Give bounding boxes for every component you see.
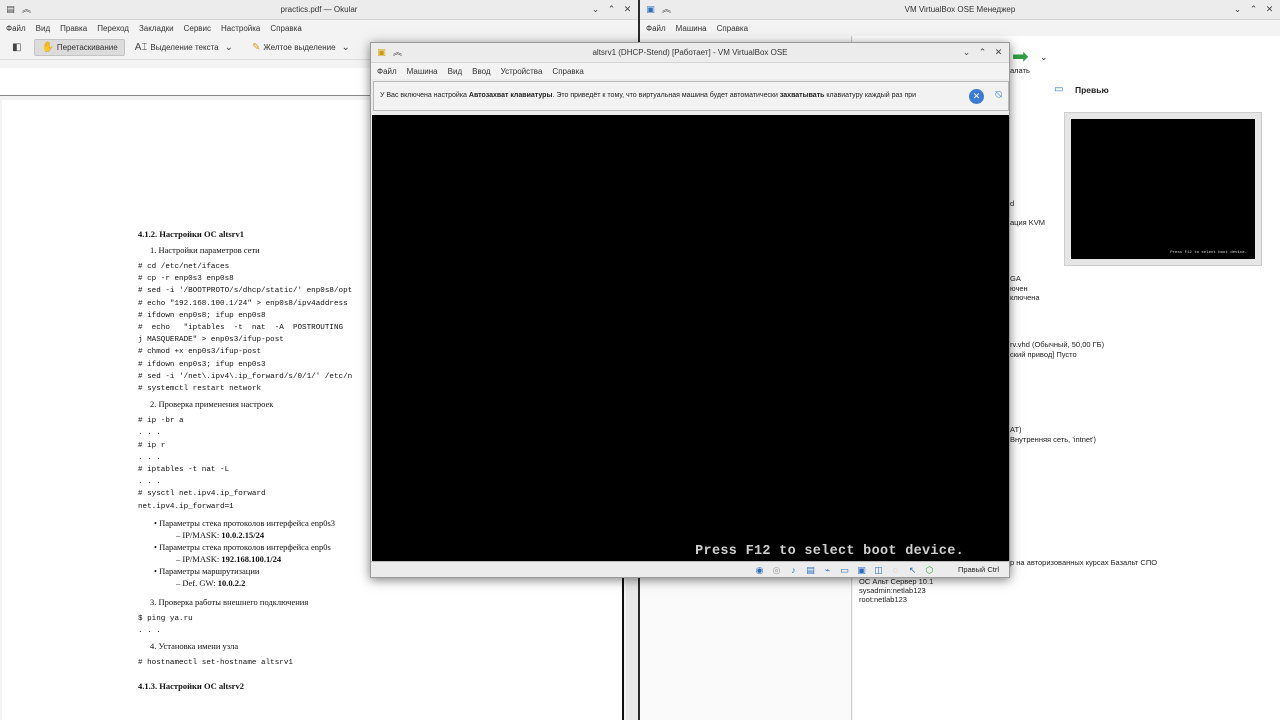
okular-titlebar[interactable]: ▤ ︽ practics.pdf — Okular ⌄ ⌃ ✕ [0,0,638,20]
maximize-icon[interactable]: ⌃ [976,46,989,59]
preview-screen: Press F12 to select boot device. [1071,119,1255,259]
menu-view[interactable]: Вид [36,24,50,33]
menu-help[interactable]: Справка [552,67,583,76]
vm-titlebar[interactable]: ▣ ︽ altsrv1 (DHCP-Stend) [Работает] - VM… [371,43,1009,63]
mouse-integration-icon[interactable]: ↖ [905,564,920,576]
vbm-title: VM VirtualBox OSE Менеджер [904,5,1016,14]
detail-fragment: sysadmin:netlab123 [859,586,926,595]
detail-fragment: root:netlab123 [859,595,907,604]
sub-item: – Def. GW: 10.0.2.2 [176,577,246,588]
highlight-button[interactable]: ✎ Желтое выделение ⌄ [246,40,359,55]
menu-file[interactable]: Файл [377,67,397,76]
vbm-menubar: Файл Машина Справка [640,20,1280,36]
detail-fragment: ский привод] Пусто [1010,350,1077,359]
chevron-down-icon[interactable]: ⌄ [225,42,233,53]
menu-bookmarks[interactable]: Закладки [139,24,174,33]
chevron-down-icon[interactable]: ⌄ [1040,52,1048,63]
minimize-icon[interactable]: ⌄ [589,3,602,16]
text-select-label: Выделение текста [150,43,219,52]
list-item: 4. Установка имени узла [150,641,239,652]
detail-fragment: ация KVM [1010,218,1046,227]
detail-fragment: ОС Альт Сервер 10.1 [859,577,934,586]
host-key-label[interactable]: Правый Ctrl [958,565,999,574]
highlight-label: Желтое выделение [263,43,336,52]
hide-notice-icon[interactable]: ⍉ [995,89,1002,102]
vm-menubar: Файл Машина Вид Ввод Устройства Справка [371,63,1009,79]
usb-icon[interactable]: ⌁ [820,564,835,576]
hand-icon: ✋ [41,42,54,53]
menu-edit[interactable]: Правка [60,24,87,33]
vm-window: ▣ ︽ altsrv1 (DHCP-Stend) [Работает] - VM… [370,42,1010,578]
menu-machine[interactable]: Машина [676,24,707,33]
recording-icon[interactable]: ◫ [871,564,886,576]
okular-menubar: Файл Вид Правка Переход Закладки Сервис … [0,20,638,36]
detail-fragment: ючен [1010,284,1028,293]
vm-title: altsrv1 (DHCP-Stend) [Работает] - VM Vir… [592,48,788,57]
notice-text: У Вас включена настройка Автозахват клав… [380,92,917,99]
close-icon[interactable]: ✕ [992,46,1005,59]
sidebar-icon: ◧ [12,42,22,53]
menu-go[interactable]: Переход [97,24,129,33]
maximize-icon[interactable]: ⌃ [605,3,618,16]
maximize-icon[interactable]: ⌃ [1247,3,1260,16]
code-block-4: # hostnamectl set-hostname altsrv1 [138,659,293,668]
vm-statusbar: ◉ ◎ ♪ ▤ ⌁ ▭ ▣ ◫ ◌ ↖ ⬡ Правый Ctrl [371,561,1009,577]
start-label[interactable]: алать [1010,66,1030,75]
highlighter-icon: ✎ [252,42,261,53]
code-block-3: $ ping ya.ru. . . [138,614,193,636]
menu-file[interactable]: Файл [6,24,26,33]
status-icons: ◉ ◎ ♪ ▤ ⌁ ▭ ▣ ◫ ◌ ↖ ⬡ [752,564,937,576]
detail-fragment: AT) [1010,425,1022,434]
chevron-down-icon[interactable]: ⌄ [342,42,350,53]
menu-file[interactable]: Файл [646,24,666,33]
auto-capture-notice: У Вас включена настройка Автозахват клав… [373,81,1009,111]
sidebar-toggle-button[interactable]: ◧ [6,40,30,55]
section-heading: 4.1.3. Настройки ОС altsrv2 [138,681,244,692]
display-icon[interactable]: ▣ [854,564,869,576]
list-item: 3. Проверка работы внешнего подключения [150,596,309,607]
minimize-icon[interactable]: ⌄ [1231,3,1244,16]
text-cursor-icon: A⌶ [134,42,148,53]
menu-help[interactable]: Справка [717,24,748,33]
cpu-icon[interactable]: ◌ [888,564,903,576]
vbm-titlebar[interactable]: ▣ ︽ VM VirtualBox OSE Менеджер ⌄ ⌃ ✕ [640,0,1280,20]
monitor-icon: ▭ [1054,84,1064,95]
menu-tools[interactable]: Сервис [184,24,211,33]
detail-fragment: р на авторизованных курсах Базальт СПО [1010,558,1158,567]
vm-preview: Press F12 to select boot device. [1064,112,1262,266]
keyboard-capture-icon[interactable]: ⬡ [922,564,937,576]
detail-fragment: rv.vhd (Обычный, 50,00 ГБ) [1010,340,1105,349]
close-notice-icon[interactable]: ✕ [969,89,984,104]
menu-input[interactable]: Ввод [472,67,490,76]
close-icon[interactable]: ✕ [621,3,634,16]
audio-icon[interactable]: ♪ [786,564,801,576]
menu-settings[interactable]: Настройка [221,24,260,33]
boot-message: Press F12 to select boot device. [695,544,964,559]
detail-fragment: GA [1010,274,1021,283]
shared-folders-icon[interactable]: ▭ [837,564,852,576]
text-select-button[interactable]: A⌶ Выделение текста ⌄ [129,40,242,55]
drag-tool-label: Перетаскивание [56,43,118,52]
menu-help[interactable]: Справка [270,24,301,33]
network-icon[interactable]: ▤ [803,564,818,576]
detail-fragment: Внутренняя сеть, 'intnet') [1010,435,1097,444]
optical-drive-icon[interactable]: ◎ [769,564,784,576]
okular-title: practics.pdf — Okular [280,5,358,14]
menu-view[interactable]: Вид [448,67,462,76]
drag-tool-button[interactable]: ✋ Перетаскивание [34,39,125,56]
menu-devices[interactable]: Устройства [501,67,543,76]
detail-fragment: d [1010,199,1015,208]
close-icon[interactable]: ✕ [1263,3,1276,16]
menu-machine[interactable]: Машина [407,67,438,76]
hard-disk-icon[interactable]: ◉ [752,564,767,576]
vm-display[interactable]: Press F12 to select boot device. [372,115,1009,561]
preview-text: Press F12 to select boot device. [1170,251,1247,255]
minimize-icon[interactable]: ⌄ [960,46,973,59]
preview-title: Превью [1075,85,1109,95]
detail-fragment: ключена [1010,293,1040,302]
